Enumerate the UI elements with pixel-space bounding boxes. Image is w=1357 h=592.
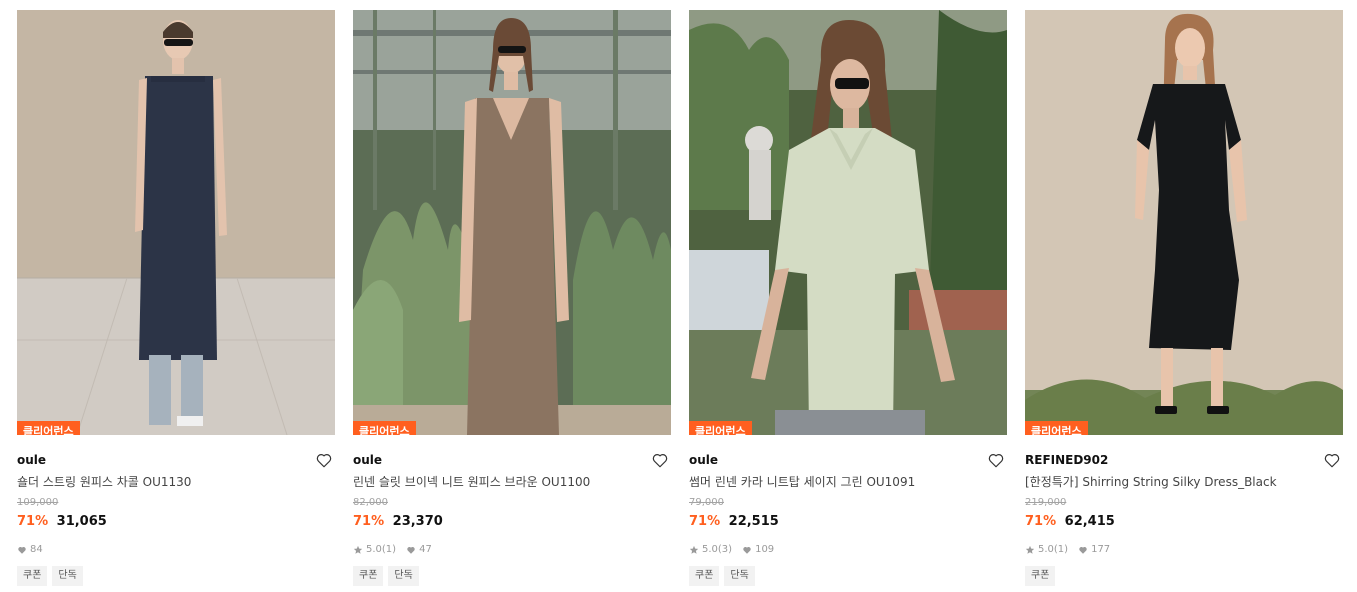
like-count: 84 <box>30 544 43 555</box>
product-card[interactable]: 클리어런스 oule 숄더 스트링 원피스 차콜 OU1130 109,000 … <box>17 10 335 592</box>
product-name[interactable]: 썸머 린넨 카라 니트탑 세이지 그린 OU1091 <box>689 473 1007 491</box>
product-image[interactable]: 클리어런스 <box>17 10 335 435</box>
product-meta: 5.0 (3) 109 <box>689 543 1007 557</box>
heart-filled-icon <box>1078 545 1088 555</box>
star-icon <box>689 545 699 555</box>
heart-filled-icon <box>406 545 416 555</box>
clearance-badge: 클리어런스 <box>17 421 80 435</box>
original-price: 79,000 <box>689 497 724 508</box>
product-photo-brown-knit-dress <box>353 10 671 435</box>
sale-price: 62,415 <box>1064 514 1115 529</box>
tag-exclusive: 단독 <box>52 566 83 586</box>
clearance-badge: 클리어런스 <box>353 421 416 435</box>
original-price: 109,000 <box>17 497 59 508</box>
like-count: 177 <box>1091 544 1111 555</box>
product-image[interactable]: 클리어런스 <box>353 10 671 435</box>
like-count-group: 177 <box>1078 543 1110 557</box>
tag-list: 쿠폰 단독 <box>17 566 335 586</box>
price-row: 71% 23,370 <box>353 513 671 531</box>
tag-list: 쿠폰 <box>1025 566 1343 586</box>
heart-filled-icon <box>17 545 27 555</box>
wishlist-heart-icon[interactable] <box>651 451 669 469</box>
product-name[interactable]: 숄더 스트링 원피스 차콜 OU1130 <box>17 473 335 491</box>
original-price: 219,000 <box>1025 497 1067 508</box>
brand-name[interactable]: oule <box>17 449 335 471</box>
star-icon <box>353 545 363 555</box>
like-count-group: 109 <box>742 543 774 557</box>
rating-group: 5.0 (1) <box>1025 543 1068 557</box>
tag-exclusive: 단독 <box>724 566 755 586</box>
tag-coupon: 쿠폰 <box>689 566 720 586</box>
discount-rate: 71% <box>353 514 385 529</box>
review-count: (1) <box>1053 544 1069 555</box>
brand-name[interactable]: oule <box>689 449 1007 471</box>
original-price: 82,000 <box>353 497 388 508</box>
rating-value: 5.0 <box>1038 544 1054 555</box>
discount-rate: 71% <box>1025 514 1057 529</box>
tag-coupon: 쿠폰 <box>1025 566 1056 586</box>
like-count: 109 <box>755 544 775 555</box>
wishlist-heart-icon[interactable] <box>987 451 1005 469</box>
review-count: (3) <box>717 544 733 555</box>
brand-name[interactable]: oule <box>353 449 671 471</box>
sale-price: 22,515 <box>728 514 779 529</box>
like-count: 47 <box>419 544 432 555</box>
price-row: 71% 22,515 <box>689 513 1007 531</box>
sale-price: 23,370 <box>392 514 443 529</box>
review-count: (1) <box>381 544 397 555</box>
product-meta: 5.0 (1) 47 <box>353 543 671 557</box>
product-card[interactable]: 클리어런스 oule 린넨 슬릿 브이넥 니트 원피스 브라운 OU1100 8… <box>353 10 671 592</box>
clearance-badge: 클리어런스 <box>1025 421 1088 435</box>
product-meta: 5.0 (1) 177 <box>1025 543 1343 557</box>
rating-group: 5.0 (1) <box>353 543 396 557</box>
brand-name[interactable]: REFINED902 <box>1025 449 1343 471</box>
product-photo-black-silky-dress <box>1025 10 1343 435</box>
wishlist-heart-icon[interactable] <box>315 451 333 469</box>
product-meta: 84 <box>17 543 335 557</box>
tag-list: 쿠폰 단독 <box>689 566 1007 586</box>
tag-exclusive: 단독 <box>388 566 419 586</box>
rating-group: 5.0 (3) <box>689 543 732 557</box>
tag-list: 쿠폰 단독 <box>353 566 671 586</box>
like-count-group: 84 <box>17 543 43 557</box>
product-image[interactable]: 클리어런스 <box>689 10 1007 435</box>
wishlist-heart-icon[interactable] <box>1323 451 1341 469</box>
price-row: 71% 62,415 <box>1025 513 1343 531</box>
product-photo-charcoal-dress <box>17 10 335 435</box>
tag-coupon: 쿠폰 <box>17 566 48 586</box>
like-count-group: 47 <box>406 543 432 557</box>
product-name[interactable]: [한정특가] Shirring String Silky Dress_Black <box>1025 473 1343 491</box>
product-photo-sage-knit-top <box>689 10 1007 435</box>
product-card[interactable]: 클리어런스 REFINED902 [한정특가] Shirring String … <box>1025 10 1343 592</box>
discount-rate: 71% <box>17 514 49 529</box>
tag-coupon: 쿠폰 <box>353 566 384 586</box>
price-row: 71% 31,065 <box>17 513 335 531</box>
product-image[interactable]: 클리어런스 <box>1025 10 1343 435</box>
sale-price: 31,065 <box>56 514 107 529</box>
product-name[interactable]: 린넨 슬릿 브이넥 니트 원피스 브라운 OU1100 <box>353 473 671 491</box>
heart-filled-icon <box>742 545 752 555</box>
rating-value: 5.0 <box>366 544 382 555</box>
star-icon <box>1025 545 1035 555</box>
discount-rate: 71% <box>689 514 721 529</box>
product-card[interactable]: 클리어런스 oule 썸머 린넨 카라 니트탑 세이지 그린 OU1091 79… <box>689 10 1007 592</box>
product-grid: 클리어런스 oule 숄더 스트링 원피스 차콜 OU1130 109,000 … <box>0 0 1357 592</box>
rating-value: 5.0 <box>702 544 718 555</box>
clearance-badge: 클리어런스 <box>689 421 752 435</box>
